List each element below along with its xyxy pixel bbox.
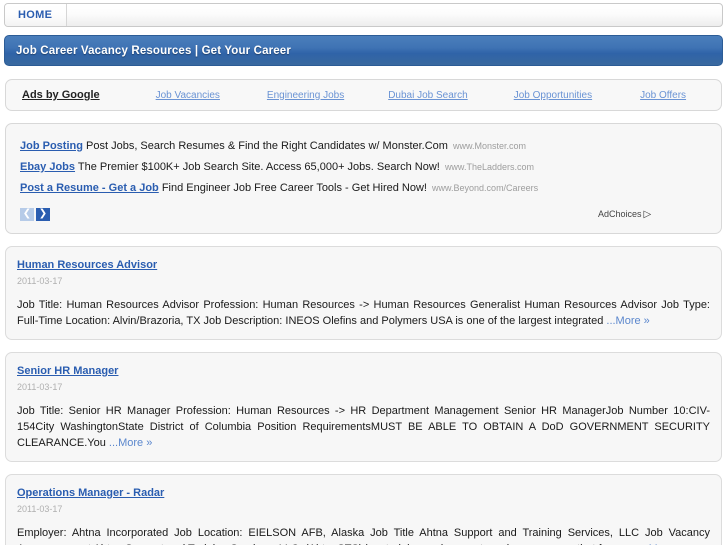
ad-description: The Premier $100K+ Job Search Site. Acce… [77, 161, 440, 173]
ad-keyword-engineering-jobs[interactable]: Engineering Jobs [267, 90, 344, 101]
nav-tab-home[interactable]: HOME [5, 4, 68, 26]
job-snippet: Job Title: Senior HR Manager Profession:… [17, 403, 710, 451]
job-date: 2011-03-17 [17, 276, 63, 286]
adchoices-link[interactable]: AdChoices ▷ [598, 209, 651, 220]
ad-url: www.Beyond.com/Careers [432, 183, 539, 193]
page-title: Job Career Vacancy Resources | Get Your … [16, 44, 291, 57]
job-snippet-text: Employer: Ahtna Incorporated Job Locatio… [17, 527, 710, 545]
adchoices-label: AdChoices [598, 209, 642, 219]
ad-title-link[interactable]: Job Posting [20, 140, 83, 152]
ad-keyword-dubai-job-search[interactable]: Dubai Job Search [388, 90, 468, 101]
prev-page-icon[interactable]: ❮ [20, 207, 34, 221]
ad-url: www.TheLadders.com [444, 162, 534, 172]
job-title-link[interactable]: Operations Manager - Radar [17, 487, 164, 499]
ad-pagination: ❮ ❯ [20, 207, 50, 221]
job-snippet: Job Title: Human Resources Advisor Profe… [17, 297, 710, 329]
adchoices-triangle-icon: ▷ [643, 208, 652, 220]
ad-description: Post Jobs, Search Resumes & Find the Rig… [86, 140, 448, 152]
navbar-empty-area [67, 4, 722, 26]
job-title-link[interactable]: Human Resources Advisor [17, 259, 157, 271]
ad-keyword-job-opportunities[interactable]: Job Opportunities [514, 90, 592, 101]
nav-tab-home-label: HOME [18, 9, 53, 21]
job-more-link[interactable]: ...More » [606, 315, 649, 327]
ads-by-google-label: Ads by Google [22, 89, 100, 101]
job-listing-card[interactable]: Human Resources Advisor 2011-03-17 Job T… [5, 246, 722, 340]
ad-item[interactable]: Ebay Jobs The Premier $100K+ Job Search … [20, 157, 707, 178]
ad-footer: ❮ ❯ AdChoices ▷ [20, 203, 707, 225]
site-title-banner: Job Career Vacancy Resources | Get Your … [4, 35, 723, 66]
ad-keyword-job-vacancies[interactable]: Job Vacancies [156, 90, 220, 101]
ad-item[interactable]: Post a Resume - Get a Job Find Engineer … [20, 178, 707, 199]
top-ad-block: Job Posting Post Jobs, Search Resumes & … [5, 123, 722, 234]
ad-description: Find Engineer Job Free Career Tools - Ge… [161, 182, 427, 194]
next-page-icon[interactable]: ❯ [36, 207, 50, 221]
job-listing-card[interactable]: Operations Manager - Radar 2011-03-17 Em… [5, 474, 722, 545]
ad-url: www.Monster.com [453, 141, 527, 151]
main-navbar: HOME [4, 3, 723, 27]
job-date: 2011-03-17 [17, 504, 63, 514]
job-date: 2011-03-17 [17, 382, 63, 392]
ad-item[interactable]: Job Posting Post Jobs, Search Resumes & … [20, 136, 707, 157]
ads-keyword-strip: Ads by Google Job Vacancies Engineering … [5, 79, 722, 111]
page-root: HOME Job Career Vacancy Resources | Get … [0, 3, 727, 545]
ad-title-link[interactable]: Ebay Jobs [20, 161, 75, 173]
job-title-link[interactable]: Senior HR Manager [17, 365, 118, 377]
ad-title-link[interactable]: Post a Resume - Get a Job [20, 182, 159, 194]
ad-keyword-job-offers[interactable]: Job Offers [640, 90, 686, 101]
job-snippet: Employer: Ahtna Incorporated Job Locatio… [17, 525, 710, 545]
job-listing-card[interactable]: Senior HR Manager 2011-03-17 Job Title: … [5, 352, 722, 462]
job-more-link[interactable]: ...More » [109, 437, 152, 449]
